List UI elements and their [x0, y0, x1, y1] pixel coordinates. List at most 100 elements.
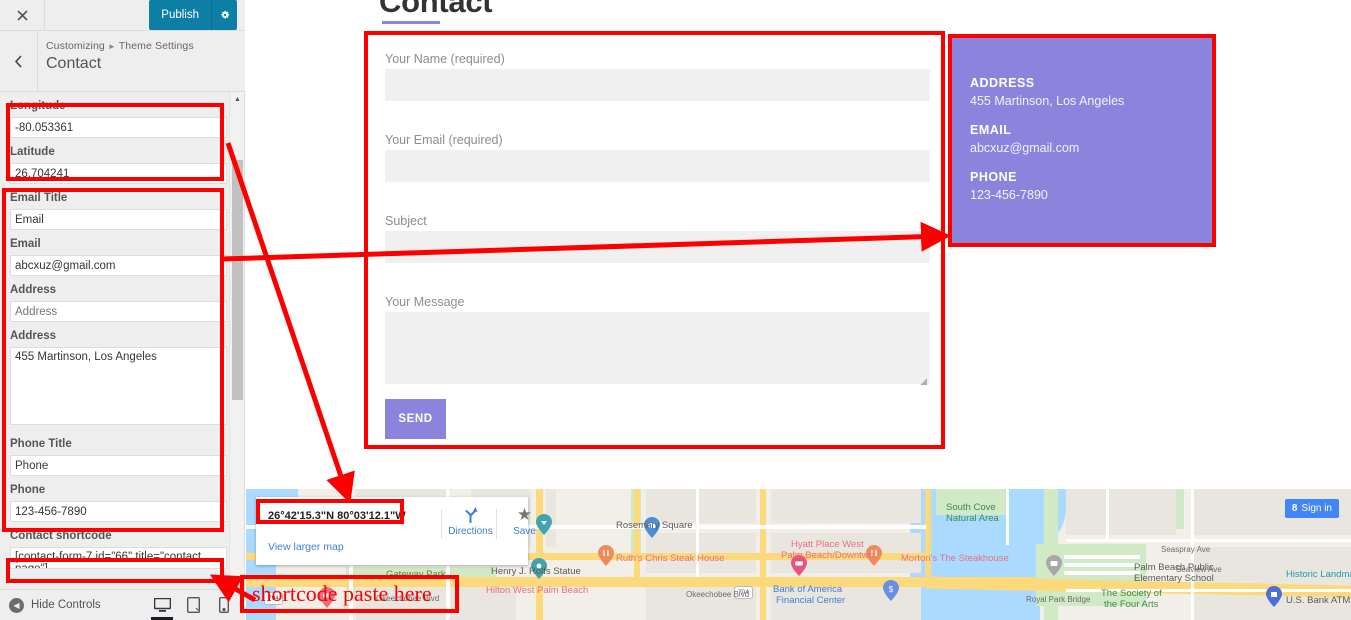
wordpress-customizer-panel: Publish Customizing ► Theme Settings Con… — [0, 0, 245, 620]
field-label: Email — [10, 238, 41, 250]
form-field-name: Your Name (required) — [385, 52, 930, 101]
longitude-input[interactable] — [10, 117, 227, 138]
form-field-email: Your Email (required) — [385, 133, 930, 182]
device-preview-switcher — [151, 594, 245, 620]
directions-icon — [444, 504, 497, 526]
info-heading-address: ADDRESS — [970, 76, 1035, 90]
map-label: The Society of — [1101, 588, 1162, 599]
map-coordinates-label: 26°42'15.3"N 80°03'12.1"W — [268, 510, 406, 522]
scrollbar-thumb[interactable] — [232, 160, 243, 400]
form-field-message: Your Message ◢ — [385, 295, 930, 389]
map-pin-icon[interactable] — [598, 545, 614, 566]
preview-page-heading: Contact — [379, 0, 493, 19]
map-label: Ruth's Chris Steak House — [616, 553, 725, 564]
annotation-note-label: shortcode paste here — [252, 581, 432, 606]
customizer-header: Customizing ► Theme Settings Contact — [0, 31, 245, 92]
phone-title-input[interactable] — [10, 455, 227, 476]
back-chevron-icon[interactable] — [0, 31, 38, 91]
page-title: Contact — [46, 55, 102, 72]
screenshot-root: Publish Customizing ► Theme Settings Con… — [0, 0, 1351, 620]
scroll-down-icon[interactable]: ▼ — [230, 575, 245, 589]
email-input[interactable] — [10, 255, 227, 276]
customizer-footer: ◀ Hide Controls — [0, 589, 245, 620]
map-pin-icon[interactable]: $ — [883, 580, 899, 601]
map-sign-in-button[interactable]: 8 Sign in — [1284, 499, 1339, 518]
your-email-input[interactable] — [385, 150, 930, 182]
sign-in-label: Sign in — [1301, 503, 1332, 514]
map-label: Hilton West Palm Beach — [486, 585, 589, 596]
email-title-input[interactable] — [10, 209, 227, 230]
gear-icon[interactable] — [211, 0, 237, 30]
field-label: Your Name (required) — [385, 52, 505, 66]
breadcrumb-separator-icon: ► — [107, 42, 116, 51]
field-latitude: Latitude — [10, 138, 227, 184]
subject-input[interactable] — [385, 231, 930, 263]
hide-controls-button[interactable]: ◀ Hide Controls — [0, 597, 101, 613]
field-address-title: Address — [10, 276, 227, 322]
publish-group: Publish — [149, 0, 237, 30]
map-label: Palm Beach/Downtwn — [781, 550, 874, 561]
map-label: Elementary School — [1134, 573, 1214, 584]
latitude-input[interactable] — [10, 163, 227, 184]
breadcrumb: Customizing ► Theme Settings — [46, 40, 194, 52]
field-label: Phone Title — [10, 438, 72, 450]
customizer-titles: Customizing ► Theme Settings Contact — [38, 31, 194, 91]
map-pin-icon[interactable] — [1046, 555, 1062, 576]
address-textarea[interactable]: 455 Martinson, Los Angeles — [10, 347, 227, 425]
your-message-textarea[interactable] — [385, 312, 930, 384]
map-label: Morton's The Steakhouse — [901, 553, 1009, 564]
map-label: Historic Landmark — [1286, 569, 1351, 580]
panel-scrollbar[interactable]: ▲ ▼ — [229, 92, 244, 589]
map-label: Gateway Park — [386, 569, 446, 580]
map-label: Seaspray Ave — [1161, 545, 1211, 554]
hide-controls-label: Hide Controls — [31, 599, 101, 611]
map-label: Okeechobee Blvd — [686, 590, 750, 599]
field-label: Phone — [10, 484, 46, 496]
field-label: Email Title — [10, 192, 68, 204]
google-g-icon: 8 — [1291, 503, 1298, 514]
map-label: Palm Beach Public — [1134, 562, 1214, 573]
customizer-topbar: Publish — [0, 0, 245, 31]
field-address: Address 455 Martinson, Los Angeles — [10, 322, 227, 430]
info-value-email: abcxuz@gmail.com — [970, 141, 1080, 155]
phone-input[interactable] — [10, 501, 227, 522]
breadcrumb-root: Customizing — [46, 40, 105, 52]
info-heading-email: EMAIL — [970, 123, 1012, 137]
scroll-up-icon[interactable]: ▲ — [230, 92, 245, 106]
info-value-phone: 123-456-7890 — [970, 188, 1048, 202]
save-button[interactable]: ★ Save — [498, 504, 551, 537]
map-label: South Cove — [946, 502, 996, 513]
field-label: Contact shortcode — [10, 530, 112, 542]
publish-button[interactable]: Publish — [149, 0, 211, 30]
map-info-card: 26°42'15.3"N 80°03'12.1"W View larger ma… — [256, 497, 536, 565]
customizer-fields-list: Longitude Latitude Email Title Email Add… — [0, 92, 237, 589]
map-label: Rosemary Square — [616, 520, 693, 531]
resize-handle-icon[interactable]: ◢ — [920, 377, 927, 386]
your-name-input[interactable] — [385, 69, 930, 101]
breadcrumb-section: Theme Settings — [118, 40, 194, 52]
map-pin-icon[interactable] — [1266, 586, 1282, 607]
field-label: Subject — [385, 214, 427, 228]
close-icon[interactable] — [0, 0, 45, 30]
field-label: Address — [10, 284, 57, 296]
field-email: Email — [10, 230, 227, 276]
map-label: Financial Center — [776, 595, 846, 606]
field-label: Your Email (required) — [385, 133, 503, 147]
svg-text:$: $ — [889, 585, 894, 594]
tablet-icon[interactable] — [184, 594, 202, 616]
field-label: Longitude — [10, 100, 66, 112]
mobile-icon[interactable] — [215, 594, 233, 616]
field-label: Latitude — [10, 146, 55, 158]
address-title-input[interactable] — [10, 301, 227, 322]
directions-button[interactable]: Directions — [444, 504, 497, 537]
directions-label: Directions — [448, 526, 493, 537]
view-larger-map-link[interactable]: View larger map — [268, 541, 344, 553]
field-longitude: Longitude — [10, 92, 227, 138]
send-button[interactable]: SEND — [385, 399, 446, 439]
desktop-icon[interactable] — [151, 594, 173, 620]
form-field-subject: Subject — [385, 214, 930, 263]
heading-underline — [382, 21, 440, 24]
contact-shortcode-textarea[interactable]: [contact-form-7 id="66" title="contact p… — [10, 547, 227, 569]
star-icon: ★ — [516, 505, 533, 524]
contact-info-box: ADDRESS 455 Martinson, Los Angeles EMAIL… — [950, 36, 1215, 244]
